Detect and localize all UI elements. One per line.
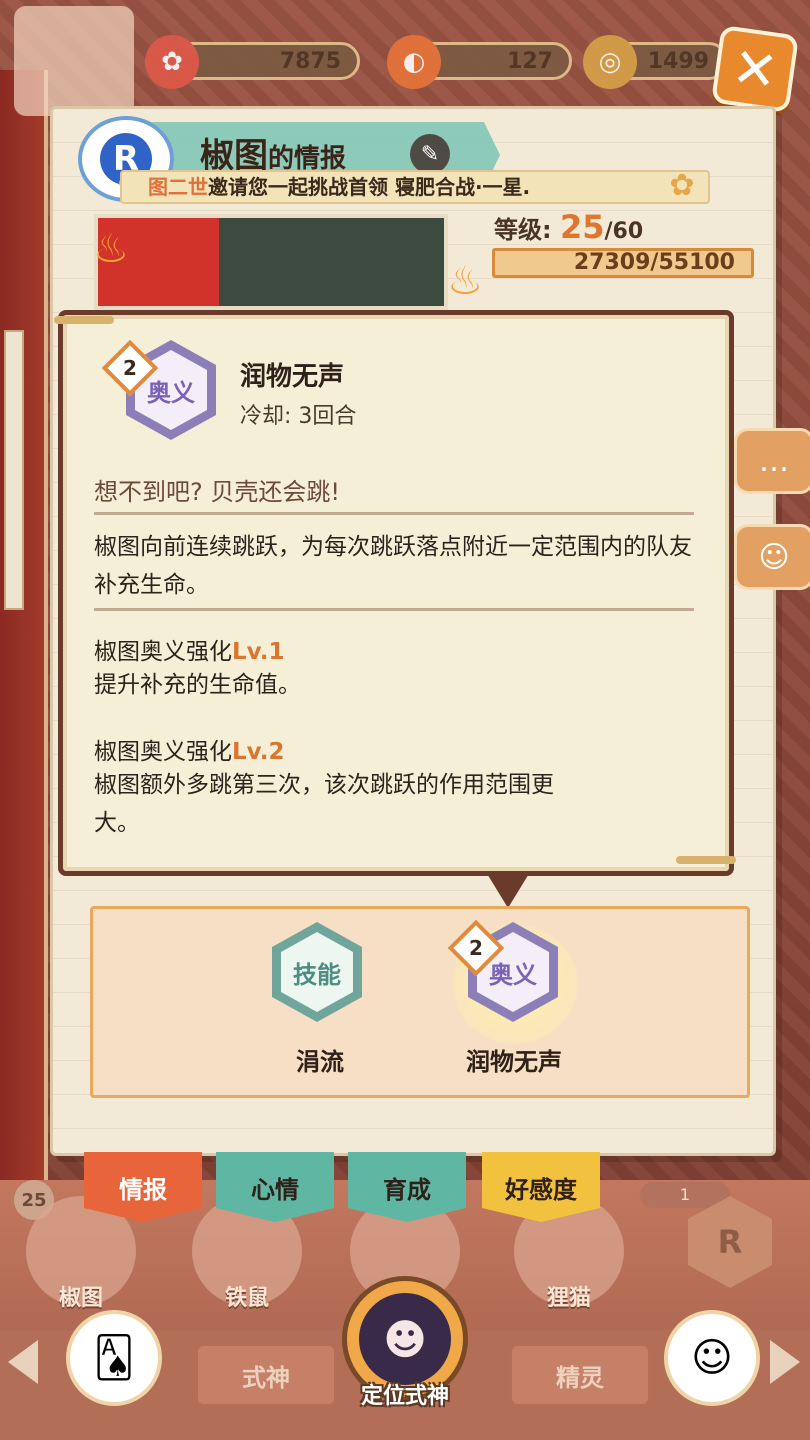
close-icon: ✕ <box>728 34 782 104</box>
exp-bar: 27309/55100 <box>492 248 754 278</box>
tab-mood[interactable]: 心情 <box>216 1152 334 1222</box>
gift-button[interactable]: ☺ <box>734 524 810 590</box>
upgrade-2-desc: 椒图额外多跳第三次，该次跳跃的作用范围更大。 <box>94 772 554 836</box>
popup-pointer <box>486 872 530 908</box>
level-display: 等级: 25/60 <box>494 208 644 246</box>
character-avatar-button[interactable]: ☺ <box>664 1310 760 1406</box>
chat-bubble-icon: … <box>759 443 789 479</box>
currency-third: ◎ 1499 <box>583 35 728 89</box>
upgrade-1-desc: 提升补充的生命值。 <box>94 672 301 698</box>
roster-character-name: 椒图 <box>58 1286 103 1311</box>
skill-selection-box <box>90 906 750 1098</box>
doll-icon: ☺ <box>758 539 790 575</box>
skill-quote: 想不到吧? 贝壳还会跳! <box>94 478 340 506</box>
currency-second: ◐ 127 <box>387 35 572 89</box>
character-portrait <box>94 214 448 310</box>
stamina-icon: ◐ <box>387 35 441 89</box>
skill-name: 润物无声 <box>240 362 345 392</box>
card-deck-button[interactable]: 🂡 <box>66 1310 162 1406</box>
chat-button[interactable]: … <box>734 428 810 494</box>
player-avatar[interactable] <box>14 6 134 116</box>
tab-info[interactable]: 情报 <box>84 1152 202 1222</box>
spirit-tab[interactable]: 精灵 <box>510 1344 650 1406</box>
prev-arrow-icon[interactable] <box>8 1340 38 1384</box>
currency-first-value: 7875 <box>279 48 341 74</box>
upgrade-1-title: 椒图奥义强化Lv.1 <box>94 639 285 665</box>
fire-icon: ♨ <box>93 226 129 272</box>
roster-character-name: 狸猫 <box>546 1286 591 1311</box>
top-bar: ✿ 7875 ◐ 127 ◎ 1499 ✕ <box>0 0 810 116</box>
character-face-icon: ☻ <box>359 1293 451 1385</box>
plum-blossom-icon: ✿ <box>145 35 199 89</box>
next-arrow-icon[interactable] <box>770 1340 800 1384</box>
skill-description: 椒图向前连续跳跃，为每次跳跃落点附近一定范围内的队友补充生命。 <box>94 534 692 598</box>
character-avatar-icon: ☺ <box>691 1335 733 1381</box>
left-card-edge <box>4 330 24 610</box>
upgrade-2-title: 椒图奥义强化Lv.2 <box>94 739 285 765</box>
popup-decoration <box>54 316 114 324</box>
roster-character-name: 铁鼠 <box>224 1286 269 1311</box>
flower-icon: ✿ <box>669 168 695 203</box>
skill-cooldown: 冷却: 3回合 <box>240 404 357 429</box>
tab-affection[interactable]: 好感度 <box>482 1152 600 1222</box>
normal-skill-label: 涓流 <box>296 1048 344 1076</box>
edit-name-icon[interactable]: ✎ <box>410 134 450 174</box>
left-book-spine <box>0 70 48 1180</box>
ultimate-skill-label: 润物无声 <box>466 1048 562 1076</box>
divider <box>94 512 694 515</box>
divider <box>94 608 694 611</box>
invite-banner[interactable]: 图二世邀请您一起挑战首领 寝肥合战·一星. <box>120 170 710 204</box>
shikigami-tab[interactable]: 式神 <box>196 1344 336 1406</box>
currency-first: ✿ 7875 <box>145 35 360 89</box>
locate-shikigami-label: 定位式神 <box>360 1384 449 1409</box>
popup-decoration <box>676 856 736 864</box>
currency-third-value: 1499 <box>647 48 709 74</box>
currency-second-value: 127 <box>507 48 553 74</box>
fire-icon: ♨ <box>447 258 483 304</box>
tab-train[interactable]: 育成 <box>348 1152 466 1222</box>
coin-icon: ◎ <box>583 35 637 89</box>
card-deck-icon: 🂡 <box>93 1335 135 1381</box>
close-button[interactable]: ✕ <box>710 24 800 114</box>
